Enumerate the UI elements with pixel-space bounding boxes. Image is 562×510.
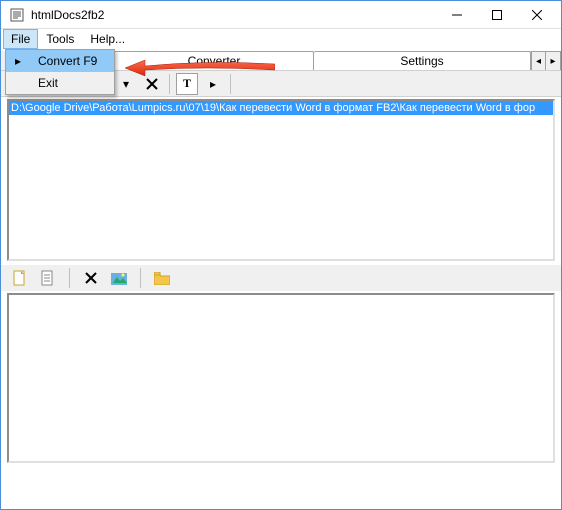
play-icon: ▸	[6, 50, 30, 72]
add-file-button[interactable]: ▾	[115, 73, 137, 95]
output-toolbar	[1, 265, 561, 291]
text-mode-button[interactable]: T	[176, 73, 198, 95]
blank-icon	[6, 72, 30, 94]
play-icon: ▸	[210, 77, 216, 91]
tab-scroll-left-icon[interactable]: ◂	[532, 52, 546, 70]
menu-item-label: Exit	[30, 76, 114, 90]
output-files-pane[interactable]	[7, 293, 555, 463]
source-files-pane[interactable]: D:\Google Drive\Работа\Lumpics.ru\07\19\…	[7, 99, 555, 261]
menu-help[interactable]: Help...	[82, 29, 133, 49]
file-list-row[interactable]: D:\Google Drive\Работа\Lumpics.ru\07\19\…	[9, 101, 553, 115]
remove-file-button[interactable]	[141, 73, 163, 95]
window-titlebar: htmlDocs2fb2	[1, 1, 561, 29]
menu-file[interactable]: File	[3, 29, 38, 49]
menu-tools[interactable]: Tools	[38, 29, 82, 49]
app-icon	[9, 7, 25, 23]
play-button[interactable]: ▸	[202, 73, 224, 95]
tab-label: Settings	[400, 54, 443, 68]
copy-doc-button[interactable]	[37, 267, 59, 289]
tab-label: Converter	[188, 54, 241, 68]
menu-item-label: Convert F9	[30, 54, 114, 68]
tab-settings[interactable]: Settings	[314, 51, 531, 70]
tab-scroll-controls: ◂ ▸	[531, 51, 561, 70]
window-title: htmlDocs2fb2	[31, 8, 437, 22]
toolbar-separator	[230, 74, 231, 94]
folder-button[interactable]	[151, 267, 173, 289]
toolbar-separator	[169, 74, 170, 94]
picture-button[interactable]	[108, 267, 130, 289]
delete-button[interactable]	[80, 267, 102, 289]
tab-converter[interactable]: Converter	[114, 51, 314, 70]
maximize-button[interactable]	[477, 2, 517, 28]
tab-scroll-right-icon[interactable]: ▸	[546, 52, 560, 70]
menu-item-convert[interactable]: ▸ Convert F9	[6, 50, 114, 72]
toolbar-separator	[69, 268, 70, 288]
menubar: File Tools Help...	[1, 29, 561, 49]
close-button[interactable]	[517, 2, 557, 28]
toolbar-separator	[140, 268, 141, 288]
new-doc-button[interactable]	[9, 267, 31, 289]
window-controls	[437, 2, 557, 28]
file-menu-dropdown: ▸ Convert F9 Exit	[5, 49, 115, 95]
menu-item-exit[interactable]: Exit	[6, 72, 114, 94]
chevron-down-icon: ▾	[123, 77, 129, 91]
text-mode-label: T	[183, 76, 191, 91]
minimize-button[interactable]	[437, 2, 477, 28]
